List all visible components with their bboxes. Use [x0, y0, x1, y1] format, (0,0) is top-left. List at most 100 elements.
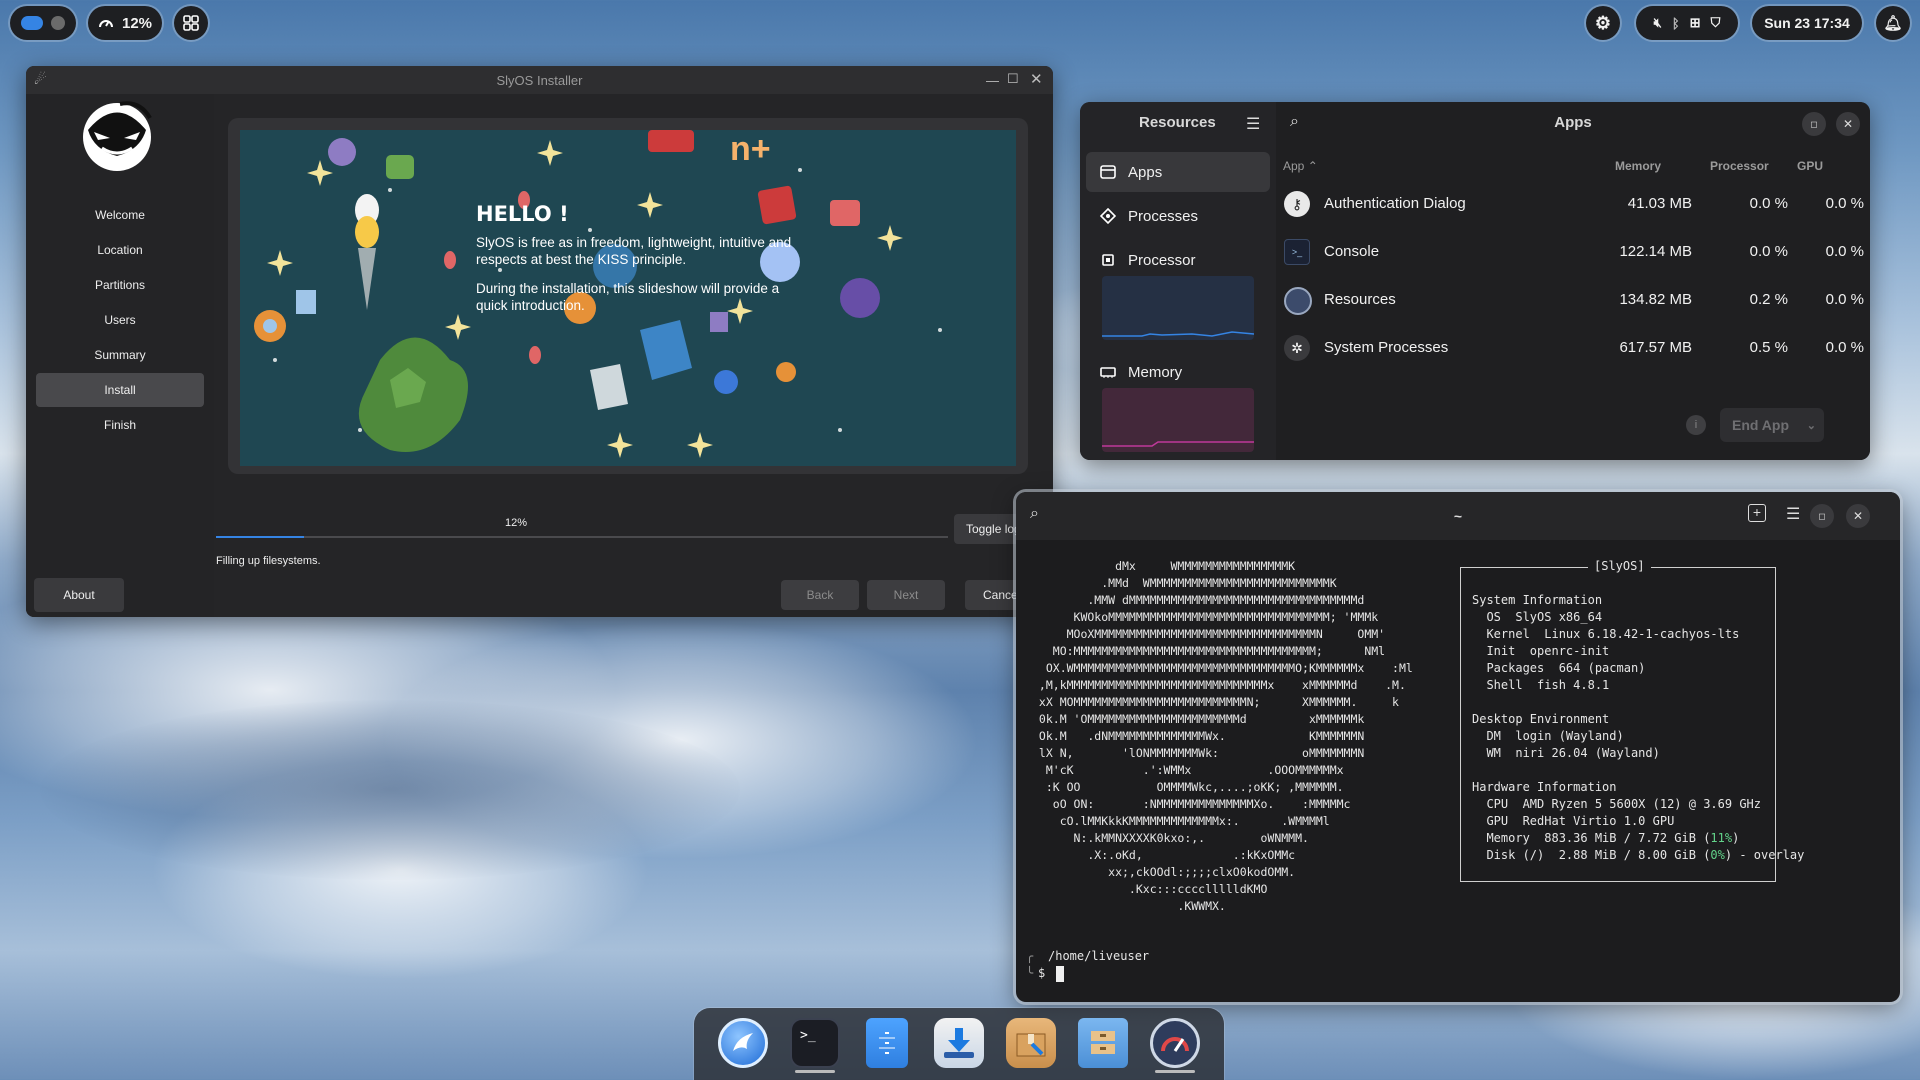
app-memory: 122.14 MB	[1619, 243, 1692, 260]
cpu-percent: 12%	[121, 14, 153, 32]
installer-icon[interactable]	[934, 1018, 984, 1068]
info-line: Desktop Environment	[1472, 712, 1610, 726]
app-grid-button[interactable]	[174, 6, 208, 40]
svg-text:n+: n+	[730, 130, 771, 168]
cpu-usage-pill[interactable]: 12%	[88, 6, 162, 40]
column-gpu[interactable]: GPU	[1797, 159, 1823, 173]
info-line: OS SlyOS x86_64	[1472, 609, 1804, 626]
app-name: Resources	[1324, 291, 1396, 308]
column-app[interactable]: App ⌃	[1283, 159, 1318, 173]
process-icon	[1100, 208, 1116, 224]
maximize-button[interactable]: ☐	[1007, 71, 1019, 87]
info-line: Kernel Linux 6.18.42-1-cachyos-lts	[1472, 626, 1804, 643]
grid-icon	[183, 15, 199, 31]
resources-app-icon[interactable]	[1150, 1018, 1200, 1068]
nav-apps[interactable]: Apps	[1086, 152, 1270, 192]
key-icon: ⚷	[1284, 191, 1310, 217]
package-manager-icon[interactable]	[1006, 1018, 1056, 1068]
box-shape	[1016, 1033, 1046, 1057]
memory-graph-line	[1102, 441, 1254, 447]
chevron-down-icon: ⌄	[1806, 419, 1816, 432]
info-percent: 0%	[1710, 848, 1725, 862]
info-value: SlyOS x86_64	[1515, 610, 1603, 624]
hamburger-menu-icon[interactable]: ☰	[1786, 504, 1800, 524]
slideshow-frame: n+ HELLO ! SlyOS is free as in freedom, …	[228, 118, 1028, 474]
app-gpu: 0.0 %	[1825, 291, 1864, 308]
info-key: GPU	[1472, 814, 1523, 828]
end-app-button[interactable]: End App ⌄	[1720, 408, 1824, 442]
info-line	[1472, 762, 1804, 779]
speedometer-shape	[1161, 1037, 1189, 1052]
app-gpu: 0.0 %	[1825, 243, 1864, 260]
maximize-button[interactable]: ◻	[1802, 112, 1826, 136]
column-app-label: App	[1283, 159, 1305, 173]
current-directory: /home/liveuser	[1048, 949, 1150, 963]
info-line: Disk (/) 2.88 MiB / 8.00 GiB (0%) - over…	[1472, 847, 1804, 864]
step-summary: Summary	[94, 348, 146, 362]
clock[interactable]: Sun 23 17:34	[1752, 6, 1862, 40]
app-processor: 0.0 %	[1749, 195, 1788, 212]
nav-apps-label: Apps	[1128, 163, 1163, 181]
memory-graph	[1102, 388, 1254, 452]
app-processor: 0.5 %	[1749, 339, 1788, 356]
resources-gauge-icon	[1284, 287, 1312, 315]
info-key: Kernel	[1472, 627, 1545, 641]
workspace-indicator[interactable]	[10, 6, 76, 40]
puzzle-icon: ✲	[1284, 335, 1310, 361]
info-line: Hardware Information	[1472, 780, 1617, 794]
app-gpu: 0.0 %	[1825, 339, 1864, 356]
file-manager-icon[interactable]	[866, 1018, 908, 1068]
close-button[interactable]: ✕	[1030, 70, 1043, 88]
info-line: System Information	[1472, 593, 1603, 607]
app-name: System Processes	[1324, 339, 1449, 356]
progress-bar	[216, 536, 948, 538]
table-row[interactable]: >_ Console 122.14 MB 0.0 % 0.0 %	[1276, 229, 1870, 275]
info-key: Memory	[1472, 831, 1545, 845]
info-suffix: )	[1732, 831, 1740, 845]
table-row[interactable]: ✲ System Processes 617.57 MB 0.5 % 0.0 %	[1276, 325, 1870, 371]
step-location: Location	[97, 243, 143, 257]
nav-processor[interactable]: Processor	[1086, 240, 1270, 280]
terminal-icon: >_	[1284, 239, 1310, 265]
info-line: Init openrc-init	[1472, 643, 1804, 660]
nav-memory[interactable]: Memory	[1086, 352, 1270, 392]
table-row[interactable]: Resources 134.82 MB 0.2 % 0.0 %	[1276, 277, 1870, 323]
slide-heading: HELLO !	[476, 202, 569, 226]
next-button[interactable]: Next	[867, 580, 945, 610]
system-tray[interactable]: 🔇︎ ᛒ ⊞ ⛉	[1636, 6, 1738, 40]
table-row[interactable]: ⚷ Authentication Dialog 41.03 MB 0.0 % 0…	[1276, 181, 1870, 227]
app-name: Authentication Dialog	[1324, 195, 1466, 212]
terminal-app-icon[interactable]: >_	[790, 1018, 840, 1068]
cpu-icon	[1102, 254, 1114, 266]
close-button[interactable]: ✕	[1836, 112, 1860, 136]
maximize-button[interactable]: ◻	[1810, 504, 1834, 528]
drawers-shape	[1091, 1031, 1115, 1054]
about-button[interactable]: About	[34, 578, 124, 612]
nav-processes[interactable]: Processes	[1086, 196, 1270, 236]
memory-icon	[1100, 367, 1116, 378]
column-processor[interactable]: Processor	[1710, 159, 1769, 173]
browser-icon[interactable]	[718, 1018, 768, 1068]
new-tab-icon[interactable]: +	[1748, 504, 1766, 522]
bluetooth-icon: ᛒ	[1671, 15, 1680, 31]
sidebar-title: Resources	[1139, 114, 1216, 131]
info-icon[interactable]: i	[1686, 415, 1706, 435]
info-value: 664 (pacman)	[1558, 661, 1646, 675]
main-title: Apps	[1554, 114, 1592, 131]
app-processor: 0.2 %	[1749, 291, 1788, 308]
workspace-dot	[51, 16, 65, 30]
hamburger-menu-icon[interactable]: ☰	[1246, 114, 1260, 134]
notifications-button[interactable]: 🔔︎	[1876, 6, 1910, 40]
settings-button[interactable]: ⚙	[1586, 6, 1620, 40]
archive-manager-icon[interactable]	[1078, 1018, 1128, 1068]
gear-icon: ⚙	[1594, 12, 1612, 33]
close-button[interactable]: ✕	[1846, 504, 1870, 528]
cursor[interactable]	[1056, 966, 1064, 982]
bird-shape	[733, 1033, 753, 1051]
back-button[interactable]: Back	[781, 580, 859, 610]
info-line	[1472, 694, 1804, 711]
info-value: 883.36 MiB / 7.72 GiB (	[1544, 831, 1711, 845]
bell-icon: 🔔︎	[1883, 15, 1903, 32]
column-memory[interactable]: Memory	[1615, 159, 1661, 173]
minimize-button[interactable]: —	[986, 73, 999, 88]
